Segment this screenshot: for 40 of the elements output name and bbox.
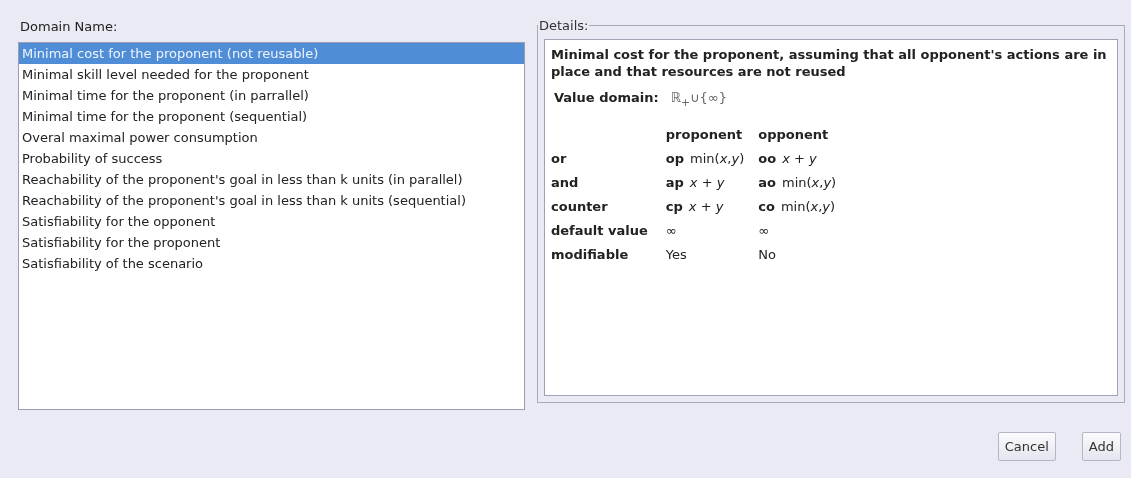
row-label: modifiable — [551, 242, 666, 267]
operator-code: op — [665, 151, 685, 167]
list-item[interactable]: Satisfiability for the proponent — [19, 232, 524, 253]
list-item[interactable]: Satisfiability for the opponent — [19, 211, 524, 232]
operator-code: co — [758, 199, 775, 215]
cell-value: x + y — [782, 151, 817, 167]
list-item[interactable]: Probability of success — [19, 148, 524, 169]
row-label: counter — [551, 194, 666, 219]
cell-value: min(x,y) — [781, 175, 837, 191]
cell-value: ∞ — [758, 223, 770, 239]
cell-value: ∞ — [665, 223, 677, 239]
value-domain-label: Value domain: — [554, 90, 659, 107]
row-label: and — [551, 170, 666, 195]
operator-code: ap — [665, 175, 684, 191]
list-item[interactable]: Minimal skill level needed for the proponent — [19, 64, 524, 85]
cell-value: x + y — [689, 175, 725, 191]
list-item[interactable]: Minimal time for the proponent (in parrallel) — [19, 85, 524, 106]
dialog-button[interactable]: Cancel — [997, 432, 1056, 461]
column-header: opponent — [758, 126, 830, 145]
cell-value: min(x,y) — [780, 199, 836, 215]
cell-value: Yes — [665, 247, 687, 263]
panel-legend: Details: — [538, 18, 590, 33]
operator-code: ao — [758, 175, 776, 191]
list-item[interactable]: Minimal time for the proponent (sequential) — [19, 106, 524, 127]
list-item[interactable]: Satisfiability of the scenario — [19, 253, 524, 274]
description-text: Minimal cost for the proponent, assuming that all opponent's actions are in place and that resources are not reused — [551, 46, 1108, 80]
row-label: or — [551, 146, 666, 171]
list-item[interactable]: Reachability of the proponent's goal in less than k units (sequential) — [19, 190, 524, 211]
column-header: proponent — [665, 122, 759, 147]
cell-value: No — [758, 247, 776, 263]
row-label: default value — [551, 222, 649, 241]
list-item[interactable]: Reachability of the proponent's goal in less than k units (in parallel) — [19, 169, 524, 190]
dialog-button[interactable]: Add — [1081, 432, 1121, 461]
operator-code: oo — [758, 151, 777, 167]
cell-value: min(x,y) — [690, 151, 745, 167]
operator-code: cp — [665, 199, 683, 215]
cell-value: x + y — [688, 199, 724, 215]
list-item[interactable]: Overal maximal power consumption — [19, 127, 524, 148]
value-domain: ℝ$_{+}$∪{∞} — [670, 90, 727, 109]
list-label: Domain Name: — [19, 18, 119, 36]
